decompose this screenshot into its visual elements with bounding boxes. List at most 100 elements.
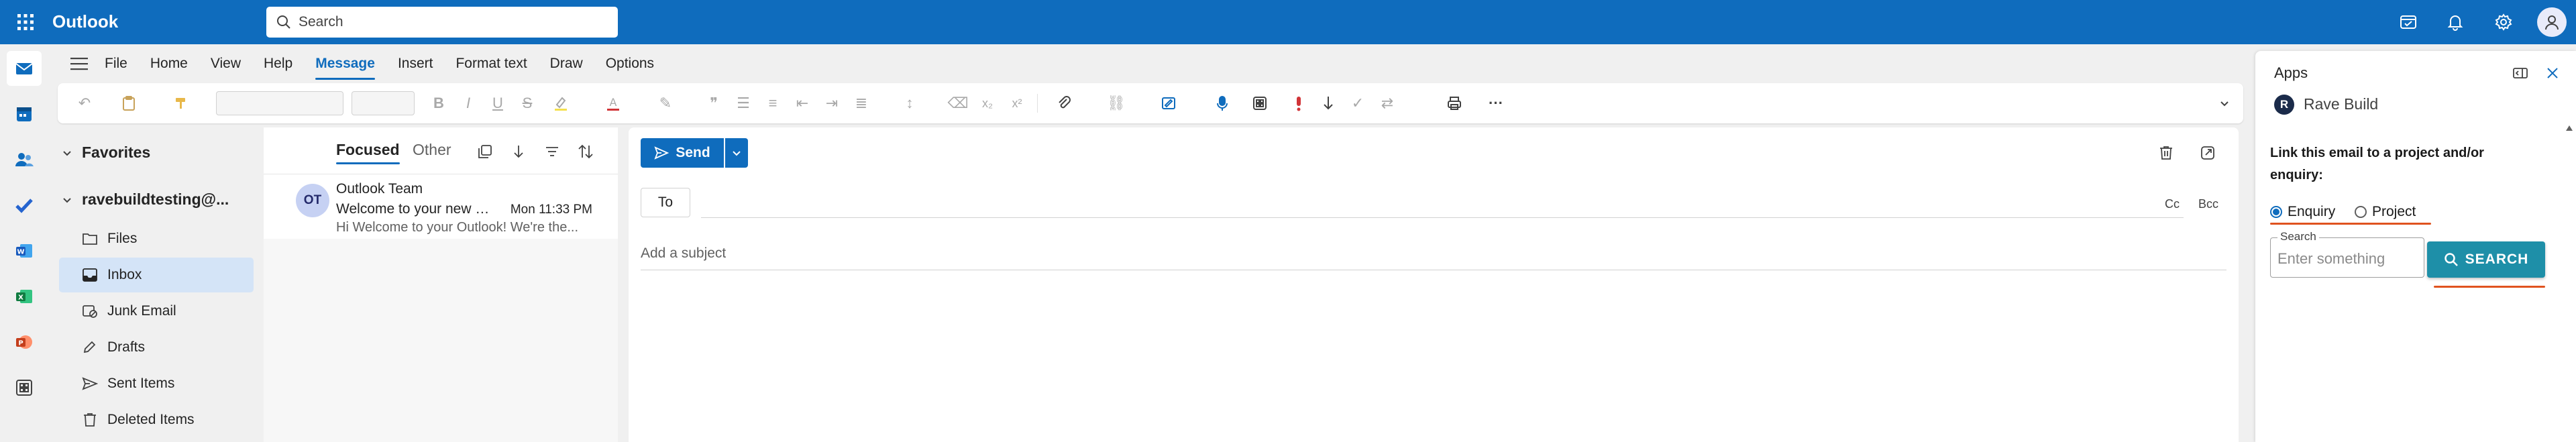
highlight-underline (2434, 286, 2545, 288)
clear-format-icon[interactable]: ⌫ (947, 93, 969, 114)
todo-app-icon[interactable] (7, 188, 42, 223)
excel-app-icon[interactable]: X (7, 279, 42, 314)
signature-icon[interactable] (1158, 93, 1179, 114)
importance-low-icon[interactable] (1318, 93, 1339, 114)
favorites-header[interactable]: Favorites (62, 144, 150, 162)
global-search-box[interactable]: Search (266, 7, 618, 38)
numbering-icon[interactable]: ≡ (762, 93, 784, 114)
more-options-icon[interactable]: ··· (1485, 93, 1507, 114)
folder-inbox[interactable]: Inbox (59, 258, 254, 292)
discard-trash-icon[interactable] (2155, 142, 2177, 164)
my-day-icon[interactable] (2395, 9, 2422, 36)
align-icon[interactable]: ≣ (851, 93, 872, 114)
ribbon-expand-chevron-icon[interactable] (2214, 93, 2235, 114)
apps-grid-icon[interactable] (1249, 93, 1271, 114)
send-options-chevron-icon[interactable] (725, 138, 748, 168)
ribbon: File Home View Help Message Insert Forma… (48, 44, 2252, 127)
menu-format-text[interactable]: Format text (455, 52, 527, 76)
more-apps-icon[interactable] (7, 370, 42, 405)
select-mode-icon[interactable] (474, 141, 496, 162)
tab-focused[interactable]: Focused (336, 141, 400, 164)
styles-icon[interactable]: ✎ (655, 93, 676, 114)
ribbon-menu-row: File Home View Help Message Insert Forma… (48, 44, 2252, 83)
addin-search-button[interactable]: SEARCH (2427, 241, 2545, 278)
pop-out-icon[interactable] (2197, 142, 2218, 164)
app-launcher-icon[interactable] (12, 9, 39, 36)
menu-file[interactable]: File (105, 52, 127, 76)
close-icon[interactable] (2541, 62, 2564, 85)
folder-sent-items[interactable]: Sent Items (59, 366, 254, 401)
pin-pane-icon[interactable] (2509, 62, 2532, 85)
font-family-select[interactable] (216, 91, 343, 115)
to-button[interactable]: To (641, 188, 690, 217)
print-icon[interactable] (1444, 93, 1465, 114)
strikethrough-icon[interactable]: S (517, 93, 538, 114)
menu-draw[interactable]: Draw (550, 52, 583, 76)
tab-other[interactable]: Other (413, 141, 451, 159)
folder-label: Drafts (107, 339, 146, 355)
send-button[interactable]: Send (641, 138, 724, 168)
cc-button[interactable]: Cc (2165, 197, 2180, 211)
hamburger-menu-icon[interactable] (62, 49, 97, 78)
menu-message[interactable]: Message (315, 52, 375, 80)
folder-drafts[interactable]: Drafts (59, 330, 254, 365)
addin-search-input[interactable] (2277, 249, 2415, 269)
subject-field[interactable]: Add a subject (641, 245, 726, 262)
menu-help[interactable]: Help (264, 52, 292, 76)
bell-icon[interactable] (2442, 9, 2469, 36)
link-icon[interactable]: ⛓ (1106, 93, 1127, 114)
editor-icon[interactable]: ✓ (1347, 93, 1368, 114)
account-avatar[interactable] (2537, 7, 2567, 37)
font-size-select[interactable] (352, 91, 415, 115)
superscript-icon[interactable]: x² (1006, 93, 1028, 114)
word-app-icon[interactable]: W (7, 233, 42, 268)
powerpoint-app-icon[interactable]: P (7, 325, 42, 360)
subscript-icon[interactable]: x₂ (977, 93, 998, 114)
translate-icon[interactable]: ⇄ (1377, 93, 1398, 114)
font-color-icon[interactable]: A (602, 93, 624, 114)
italic-icon[interactable]: I (458, 93, 479, 114)
quote-icon[interactable]: ❞ (703, 93, 724, 114)
mail-app-icon[interactable] (7, 51, 42, 86)
increase-indent-icon[interactable]: ⇥ (821, 93, 843, 114)
bcc-button[interactable]: Bcc (2198, 197, 2218, 211)
undo-icon[interactable]: ↶ (74, 93, 95, 114)
app-title[interactable]: Outlook (52, 11, 118, 32)
highlight-icon[interactable] (550, 93, 572, 114)
menu-options[interactable]: Options (606, 52, 654, 76)
decrease-indent-icon[interactable]: ⇤ (792, 93, 813, 114)
gear-icon[interactable] (2490, 9, 2517, 36)
dictate-icon[interactable] (1212, 93, 1233, 114)
addin-search-field[interactable]: Search (2270, 230, 2424, 278)
paste-icon[interactable] (118, 93, 140, 114)
format-painter-icon[interactable] (170, 93, 192, 114)
attach-icon[interactable] (1053, 93, 1075, 114)
scroll-up-arrow-icon[interactable] (2565, 125, 2573, 131)
importance-high-icon[interactable] (1288, 93, 1309, 114)
menu-insert[interactable]: Insert (398, 52, 433, 76)
folder-deleted-items[interactable]: Deleted Items (59, 402, 254, 437)
underline-icon[interactable]: U (487, 93, 508, 114)
calendar-app-icon[interactable] (7, 97, 42, 131)
addin-search-label: Search (2277, 230, 2319, 243)
bullets-icon[interactable]: ☰ (733, 93, 754, 114)
to-field[interactable] (701, 217, 2184, 218)
folder-files[interactable]: Files (59, 221, 254, 256)
jump-to-icon[interactable] (508, 141, 529, 162)
message-list-header: Focused Other (264, 127, 618, 174)
account-header[interactable]: ravebuildtesting@... (62, 190, 229, 209)
bold-icon[interactable]: B (428, 93, 449, 114)
message-subject: Welcome to your new O... (336, 201, 497, 217)
line-spacing-icon[interactable]: ↕ (899, 93, 920, 114)
send-label: Send (676, 145, 710, 160)
search-icon (276, 14, 292, 30)
radio-enquiry[interactable]: Enquiry (2270, 204, 2335, 220)
sort-icon[interactable] (575, 141, 596, 162)
menu-view[interactable]: View (211, 52, 241, 76)
filter-icon[interactable] (541, 141, 563, 162)
people-app-icon[interactable] (7, 142, 42, 177)
menu-home[interactable]: Home (150, 52, 188, 76)
radio-project[interactable]: Project (2355, 204, 2416, 220)
folder-junk-email[interactable]: Junk Email (59, 294, 254, 329)
message-list-item[interactable]: OT Outlook Team Welcome to your new O...… (264, 174, 618, 239)
